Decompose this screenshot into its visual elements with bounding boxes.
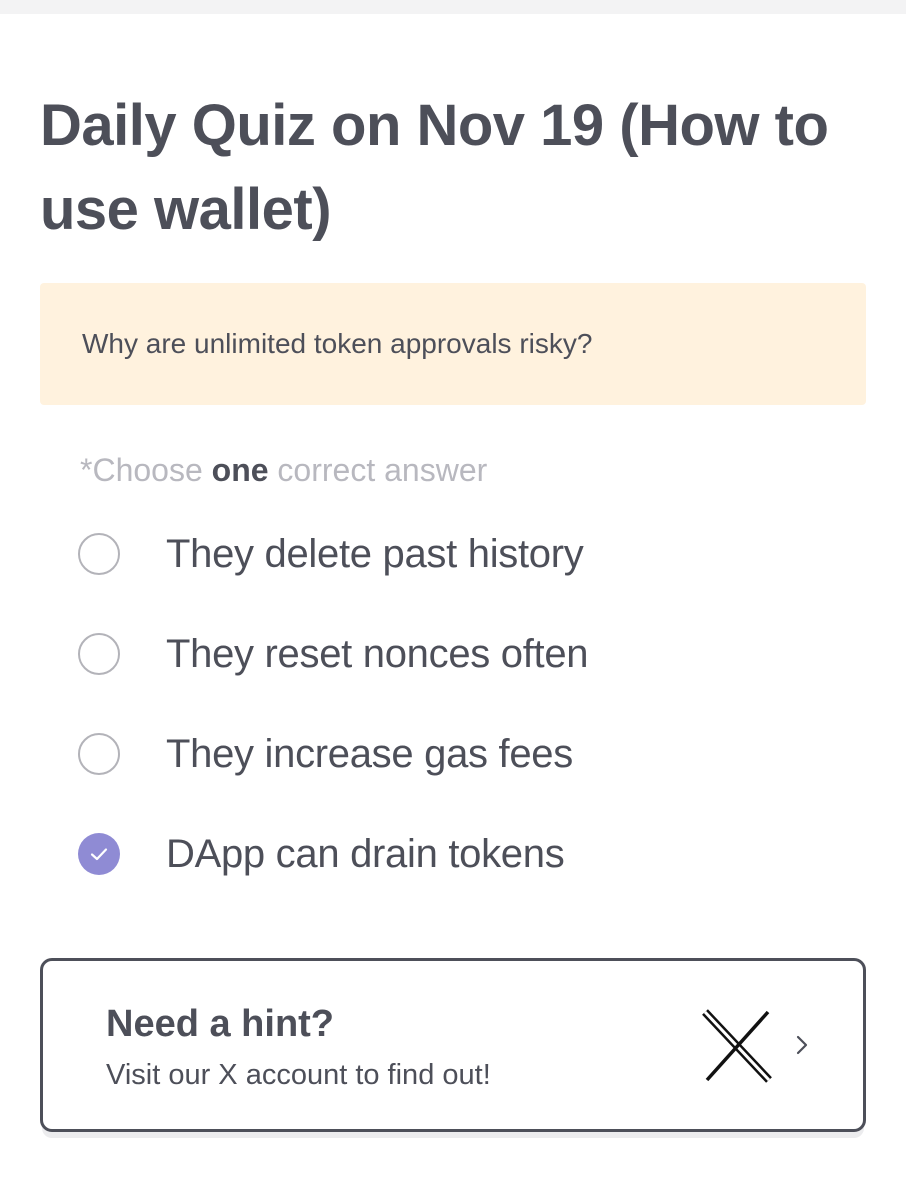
answer-option-label: They increase gas fees [166,731,573,776]
hint-subtitle: Visit our X account to find out! [106,1059,491,1091]
question-box: Why are unlimited token approvals risky? [40,283,866,405]
answer-option-4[interactable]: DApp can drain tokens [78,804,838,904]
answer-option-1[interactable]: They delete past history [78,504,838,604]
top-status-strip [0,0,906,14]
radio-unchecked-icon[interactable] [78,633,120,675]
radio-unchecked-icon[interactable] [78,733,120,775]
answer-option-2[interactable]: They reset nonces often [78,604,838,704]
chevron-right-icon[interactable] [795,1033,809,1057]
quiz-page: Daily Quiz on Nov 19 (How to use wallet)… [0,14,906,1200]
instruction-emphasis: one [211,452,269,488]
checkmark-icon [90,848,108,861]
instruction-prefix: *Choose [80,452,212,488]
x-logo-icon [702,1009,772,1083]
answer-option-label: They delete past history [166,531,584,576]
hint-card[interactable]: Need a hint? Visit our X account to find… [40,958,866,1132]
answer-option-3[interactable]: They increase gas fees [78,704,838,804]
answer-option-label: DApp can drain tokens [166,831,565,876]
answer-instruction: *Choose one correct answer [80,448,487,492]
radio-checked-icon[interactable] [78,833,120,875]
answer-option-label: They reset nonces often [166,631,589,676]
question-text: Why are unlimited token approvals risky? [82,328,593,359]
radio-unchecked-icon[interactable] [78,533,120,575]
instruction-suffix: correct answer [268,452,488,488]
hint-title: Need a hint? [106,1003,335,1045]
page-title: Daily Quiz on Nov 19 (How to use wallet) [40,93,829,242]
answer-options: They delete past history They reset nonc… [78,504,838,904]
